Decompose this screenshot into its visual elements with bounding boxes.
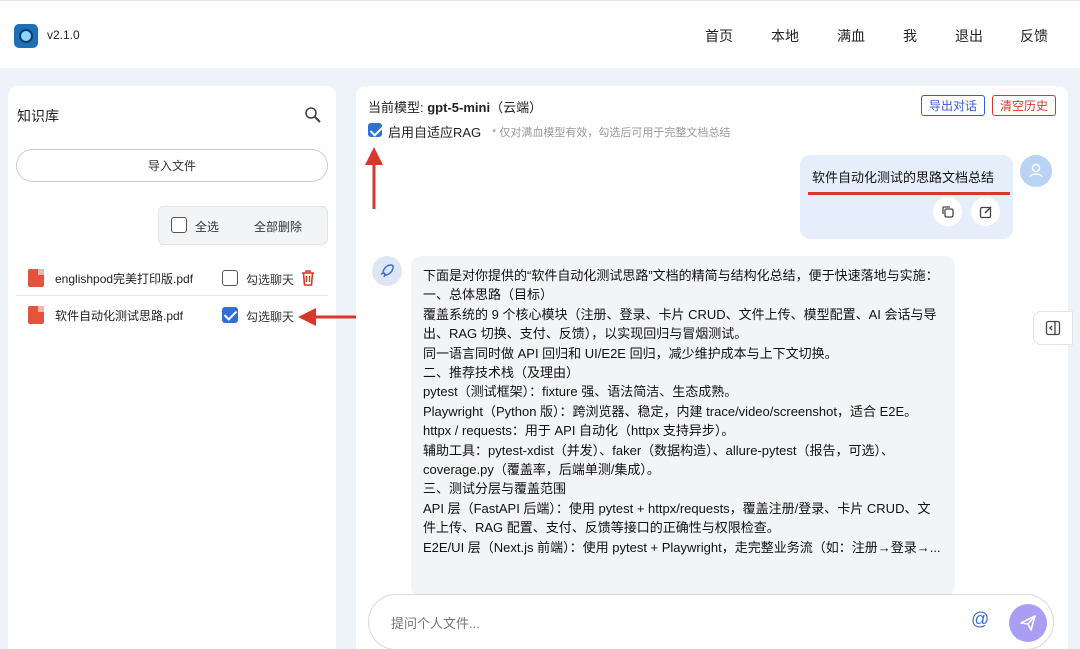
assistant-line: API 层（FastAPI 后端）：使用 pytest + httpx/requ… bbox=[423, 500, 931, 536]
send-button[interactable] bbox=[1009, 604, 1047, 642]
side-panel-toggle[interactable] bbox=[1033, 311, 1073, 345]
top-bar: v2.1.0 首页 本地 满血 我 退出 反馈 bbox=[0, 0, 1080, 68]
assistant-line: 辅助工具：pytest-xdist（并发）、faker（数据构造）、allure… bbox=[423, 442, 894, 478]
file-row[interactable]: englishpod完美打印版.pdf 勾选聊天 bbox=[16, 260, 328, 296]
rag-label: 启用自适应RAG bbox=[388, 125, 482, 140]
chat-select-label: 勾选聊天 bbox=[246, 273, 295, 287]
nav-feedback[interactable]: 反馈 bbox=[1020, 26, 1048, 46]
edit-button[interactable] bbox=[971, 197, 1000, 226]
rag-checkbox[interactable] bbox=[368, 123, 382, 137]
copy-button[interactable] bbox=[933, 197, 962, 226]
assistant-line: 一、总体思路（目标） bbox=[423, 287, 554, 303]
chat-select-checkbox[interactable] bbox=[222, 270, 238, 286]
assistant-avatar bbox=[372, 256, 402, 286]
clear-history-button[interactable]: 清空历史 bbox=[992, 95, 1057, 116]
nav-home[interactable]: 首页 bbox=[705, 26, 733, 46]
assistant-message-bubble: 下面是对你提供的“软件自动化测试思路”文档的精简与结构化总结，便于快速落地与实施… bbox=[411, 256, 955, 596]
chat-select-checkbox[interactable] bbox=[222, 307, 238, 323]
select-all-checkbox[interactable] bbox=[171, 217, 187, 233]
bulk-actions: 全选 全部删除 bbox=[158, 206, 328, 245]
annotation-arrow-up-icon bbox=[365, 147, 383, 209]
assistant-line: 下面是对你提供的“软件自动化测试思路”文档的精简与结构化总结，便于快速落地与实施… bbox=[423, 268, 939, 283]
panel-collapse-icon bbox=[1045, 320, 1061, 336]
assistant-line: httpx / requests：用于 API 自动化（httpx 支持异步）。 bbox=[423, 423, 735, 439]
copy-icon bbox=[941, 205, 954, 218]
knowledge-base-panel: 知识库 导入文件 全选 全部删除 englishpod完美打印版.pdf 勾选聊… bbox=[8, 86, 336, 649]
assistant-line: Playwright（Python 版）：跨浏览器、稳定，内建 trace/vi… bbox=[423, 403, 918, 419]
assistant-line: pytest（测试框架）：fixture 强、语法简洁、生态成熟。 bbox=[423, 384, 738, 400]
user-icon bbox=[1029, 163, 1043, 178]
nav-logout[interactable]: 退出 bbox=[955, 26, 983, 46]
assistant-line: 同一语言同时做 API 回归和 UI/E2E 回归，减少维护成本与上下文切换。 bbox=[423, 345, 838, 361]
file-row[interactable]: 软件自动化测试思路.pdf 勾选聊天 bbox=[16, 297, 328, 333]
send-icon bbox=[1020, 615, 1036, 631]
user-avatar bbox=[1020, 155, 1052, 187]
assistant-line: 覆盖系统的 9 个核心模块（注册、登录、卡片 CRUD、文件上传、模型配置、AI… bbox=[423, 306, 937, 342]
nav-me[interactable]: 我 bbox=[903, 26, 917, 46]
chat-input-bar: @ bbox=[368, 594, 1054, 649]
knowledge-base-title: 知识库 bbox=[17, 108, 59, 124]
rag-hint: * 仅对满血模型有效，勾选后可用于完整文档总结 bbox=[492, 127, 731, 139]
file-name: englishpod完美打印版.pdf bbox=[55, 272, 194, 286]
assistant-line: 二、推荐技术栈（及理由） bbox=[423, 365, 580, 381]
file-name: 软件自动化测试思路.pdf bbox=[55, 309, 184, 323]
chat-panel: 当前模型: gpt-5-mini（云端） 导出对话 清空历史 启用自适应RAG … bbox=[356, 86, 1068, 649]
version-label: v2.1.0 bbox=[47, 28, 80, 42]
current-model: 当前模型: gpt-5-mini（云端） bbox=[368, 100, 543, 115]
user-message-text: 软件自动化测试的思路文档总结 bbox=[812, 170, 995, 185]
import-file-button[interactable]: 导入文件 bbox=[16, 149, 328, 182]
rocket-icon bbox=[380, 264, 394, 278]
assistant-line: 三、测试分层与覆盖范围 bbox=[423, 481, 567, 497]
select-all-label: 全选 bbox=[195, 220, 220, 234]
assistant-line: E2E/UI 层（Next.js 前端）：使用 pytest + Playwri… bbox=[423, 539, 941, 555]
annotation-underline bbox=[808, 192, 1010, 195]
annotation-arrow-left-icon bbox=[298, 308, 360, 326]
search-icon[interactable] bbox=[304, 106, 322, 124]
export-chat-button[interactable]: 导出对话 bbox=[921, 95, 986, 116]
chat-select-label: 勾选聊天 bbox=[246, 310, 295, 324]
nav-local[interactable]: 本地 bbox=[771, 26, 799, 46]
delete-all-button[interactable]: 全部删除 bbox=[254, 218, 302, 235]
assistant-message-text: 下面是对你提供的“软件自动化测试思路”文档的精简与结构化总结，便于快速落地与实施… bbox=[423, 266, 943, 557]
nav-full-power[interactable]: 满血 bbox=[837, 26, 865, 46]
pdf-file-icon bbox=[28, 306, 44, 324]
user-message-bubble: 软件自动化测试的思路文档总结 bbox=[800, 155, 1013, 239]
app-logo-icon[interactable] bbox=[14, 24, 38, 48]
chat-input[interactable] bbox=[391, 612, 951, 634]
edit-icon bbox=[979, 205, 992, 218]
trash-icon[interactable] bbox=[300, 269, 316, 287]
pdf-file-icon bbox=[28, 269, 44, 287]
mention-button[interactable]: @ bbox=[971, 609, 989, 630]
